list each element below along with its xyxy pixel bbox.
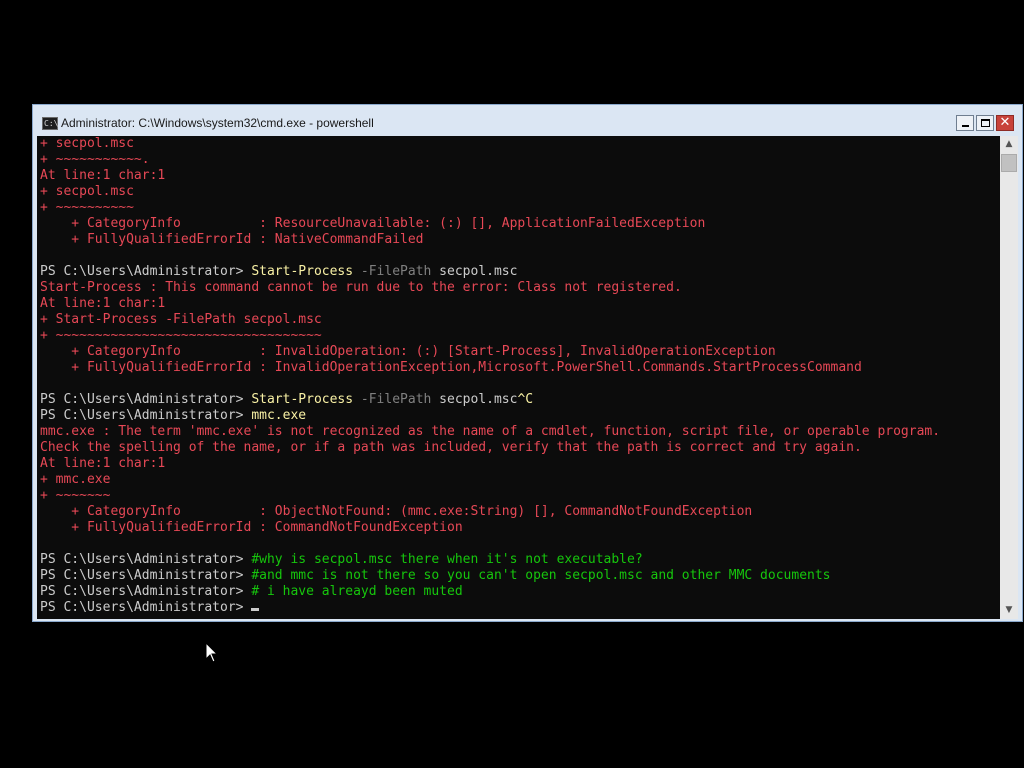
- minimize-button[interactable]: [956, 115, 974, 131]
- prompt-text: PS C:\Users\Administrator>: [40, 264, 252, 279]
- comment-text: #and mmc is not there so you can't open …: [251, 568, 831, 583]
- comment-line: PS C:\Users\Administrator> # i have alre…: [40, 584, 463, 600]
- prompt-text: PS C:\Users\Administrator>: [40, 552, 252, 567]
- command-line: PS C:\Users\Administrator> Start-Process…: [40, 392, 533, 408]
- prompt-text: PS C:\Users\Administrator>: [40, 408, 252, 423]
- comment-text: #why is secpol.msc there when it's not e…: [251, 552, 643, 567]
- error-line: Start-Process : This command cannot be r…: [40, 280, 682, 295]
- comment-line: PS C:\Users\Administrator> #why is secpo…: [40, 552, 643, 568]
- console-output[interactable]: + secpol.msc + ~~~~~~~~~~~. At line:1 char…: [37, 136, 1000, 619]
- cmd-chevron: C:\: [44, 119, 59, 128]
- error-line: + ~~~~~~~: [40, 488, 111, 503]
- error-line: + mmc.exe: [40, 472, 111, 487]
- error-line: + secpol.msc: [40, 136, 134, 151]
- error-line: + FullyQualifiedErrorId : InvalidOperati…: [40, 360, 862, 375]
- maximize-button[interactable]: [976, 115, 994, 131]
- prompt-text: PS C:\Users\Administrator>: [40, 600, 252, 615]
- title-bar[interactable]: C:\ Administrator: C:\Windows\system32\c…: [33, 105, 1022, 136]
- error-line: + ~~~~~~~~~~~~~~~~~~~~~~~~~~~~~~~~~~: [40, 328, 322, 343]
- prompt-text: PS C:\Users\Administrator>: [40, 568, 252, 583]
- minimize-icon: [962, 125, 969, 127]
- vertical-scrollbar[interactable]: ▲ ▼: [1000, 136, 1018, 619]
- error-line: + FullyQualifiedErrorId : NativeCommandF…: [40, 232, 424, 247]
- argument-text: secpol.msc: [431, 264, 518, 279]
- parameter-text: -FilePath: [353, 392, 432, 407]
- error-line: At line:1 char:1: [40, 168, 166, 183]
- error-line: + ~~~~~~~~~~~.: [40, 152, 150, 167]
- close-icon: ✕: [999, 115, 1011, 130]
- prompt-text: PS C:\Users\Administrator>: [40, 392, 252, 407]
- parameter-text: -FilePath: [353, 264, 432, 279]
- scrollbar-thumb[interactable]: [1001, 154, 1017, 172]
- mouse-pointer-icon: [205, 642, 219, 663]
- error-line: + CategoryInfo : ResourceUnavailable: (:…: [40, 216, 706, 231]
- text-cursor: [251, 608, 260, 611]
- error-line: + secpol.msc: [40, 184, 134, 199]
- console-window[interactable]: C:\ Administrator: C:\Windows\system32\c…: [32, 104, 1023, 622]
- prompt-text: PS C:\Users\Administrator>: [40, 584, 252, 599]
- error-line: + FullyQualifiedErrorId : CommandNotFoun…: [40, 520, 463, 535]
- maximize-icon: [981, 119, 990, 127]
- command-text: Start-Process: [251, 392, 354, 407]
- close-button[interactable]: ✕: [996, 115, 1014, 131]
- command-text: mmc.exe: [251, 408, 307, 423]
- window-title: Administrator: C:\Windows\system32\cmd.e…: [61, 116, 374, 130]
- error-line: + CategoryInfo : InvalidOperation: (:) […: [40, 344, 776, 359]
- scroll-down-icon[interactable]: ▼: [1000, 602, 1018, 619]
- error-line: At line:1 char:1: [40, 296, 166, 311]
- cmd-icon[interactable]: C:\: [42, 117, 58, 130]
- error-line: + ~~~~~~~~~~: [40, 200, 134, 215]
- error-line: At line:1 char:1: [40, 456, 166, 471]
- command-text: Start-Process: [251, 264, 354, 279]
- active-prompt-line[interactable]: PS C:\Users\Administrator>: [40, 600, 260, 616]
- error-line: + Start-Process -FilePath secpol.msc: [40, 312, 322, 327]
- command-line: PS C:\Users\Administrator> mmc.exe: [40, 408, 306, 424]
- error-line: Check the spelling of the name, or if a …: [40, 440, 862, 455]
- argument-text: secpol.msc: [431, 392, 518, 407]
- interrupt-text: ^C: [517, 392, 534, 407]
- comment-text: # i have alreayd been muted: [251, 584, 463, 599]
- error-line: mmc.exe : The term 'mmc.exe' is not reco…: [40, 424, 941, 439]
- error-line: + CategoryInfo : ObjectNotFound: (mmc.ex…: [40, 504, 753, 519]
- scroll-up-icon[interactable]: ▲: [1000, 136, 1018, 153]
- command-line: PS C:\Users\Administrator> Start-Process…: [40, 264, 517, 280]
- comment-line: PS C:\Users\Administrator> #and mmc is n…: [40, 568, 831, 584]
